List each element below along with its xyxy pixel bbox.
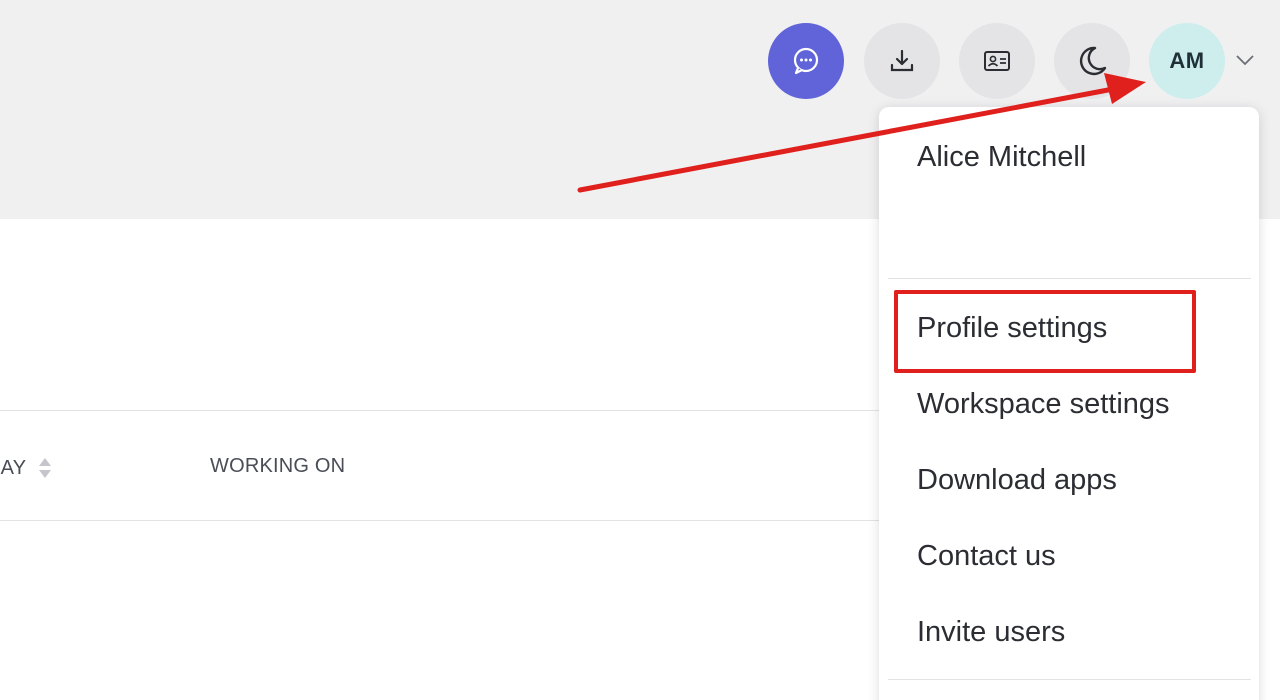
column-header-day[interactable]: DAY (0, 455, 52, 481)
dark-mode-button[interactable] (1054, 23, 1130, 99)
user-name: Alice Mitchell (917, 141, 1087, 173)
menu-item-workspace-settings[interactable]: Workspace settings (917, 388, 1170, 421)
menu-item-contact-us[interactable]: Contact us (917, 540, 1056, 573)
contact-card-button[interactable] (959, 23, 1035, 99)
menu-divider (888, 679, 1251, 680)
menu-item-download-apps[interactable]: Download apps (917, 464, 1117, 497)
moon-icon (1079, 46, 1107, 76)
table-divider-bottom (0, 520, 880, 521)
menu-divider (888, 278, 1251, 279)
menu-item-invite-users[interactable]: Invite users (917, 616, 1065, 649)
column-header-working-on[interactable]: WORKING ON (210, 455, 345, 478)
column-label-day: DAY (0, 456, 27, 479)
download-button[interactable] (864, 23, 940, 99)
download-icon (890, 49, 914, 72)
highlight-annotation (894, 290, 1196, 373)
user-menu-dropdown: Alice Mitchell Profile settings Workspac… (879, 107, 1259, 700)
id-card-icon (984, 51, 1010, 71)
chat-bubble-icon (793, 47, 819, 75)
table-divider-top (0, 410, 880, 411)
sort-icon[interactable] (38, 455, 52, 481)
page: AM DAY WORKING ON Alice Mitchell Profile… (0, 0, 1280, 700)
column-label-working-on: WORKING ON (210, 455, 346, 477)
chevron-down-icon[interactable] (1234, 50, 1256, 70)
avatar[interactable]: AM (1149, 23, 1225, 99)
chat-button[interactable] (768, 23, 844, 99)
